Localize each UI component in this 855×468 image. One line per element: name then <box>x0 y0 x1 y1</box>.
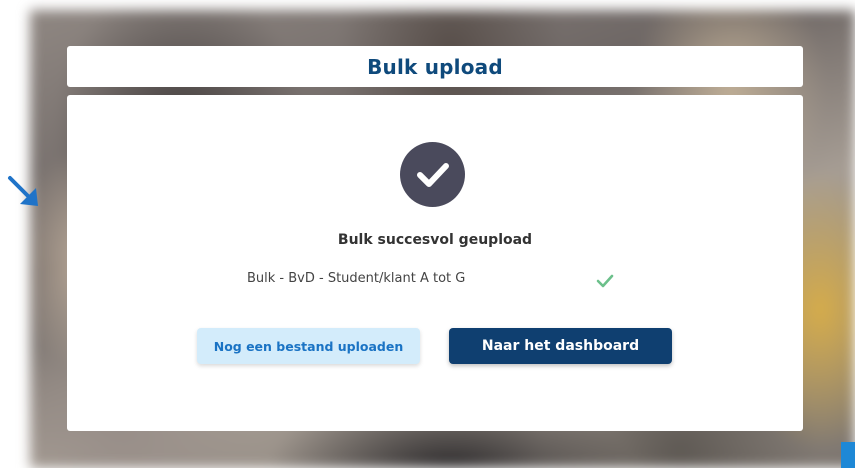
page-title: Bulk upload <box>367 54 503 79</box>
dashboard-button[interactable]: Naar het dashboard <box>449 328 672 364</box>
check-circle-icon <box>400 142 465 207</box>
check-icon <box>596 274 614 288</box>
status-message: Bulk succesvol geupload <box>337 232 533 248</box>
checkmark-icon <box>416 162 449 187</box>
upload-another-button[interactable]: Nog een bestand uploaden <box>197 328 420 364</box>
title-bar: Bulk upload <box>67 46 803 87</box>
upload-result-card: Bulk succesvol geupload Bulk - BvD - Stu… <box>67 95 803 431</box>
arrow-icon <box>8 176 38 206</box>
file-name: Bulk - BvD - Student/klant A tot G <box>247 271 466 286</box>
uploaded-file-row: Bulk - BvD - Student/klant A tot G <box>235 271 635 291</box>
page: Bulk upload Bulk succesvol geupload Bulk… <box>0 0 855 468</box>
corner-accent <box>841 442 855 468</box>
